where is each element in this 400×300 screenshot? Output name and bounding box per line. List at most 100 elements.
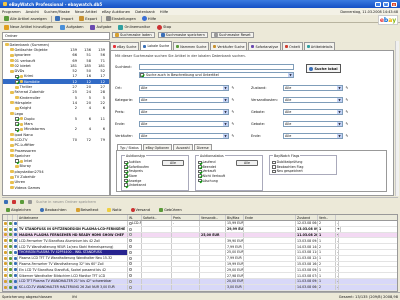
menu-ansicht[interactable]: Ansicht — [26, 10, 39, 14]
menu-ebay-auktionen[interactable]: eBay Auktionen — [102, 10, 130, 14]
search-local-button[interactable]: Suche lokal — [306, 64, 341, 73]
column-header[interactable]: Sofortk.. — [142, 215, 172, 220]
tab-ebay-suche[interactable]: eBay Suche — [110, 42, 140, 50]
filter-option[interactable]: Unbekannt — [124, 183, 186, 188]
filter-checkbox[interactable] — [124, 174, 128, 178]
folder-checkbox[interactable] — [15, 127, 19, 132]
filter-checkbox[interactable] — [124, 160, 128, 165]
filter-checkbox[interactable] — [124, 178, 128, 183]
load-mask-button[interactable]: Suchmaske laden — [112, 32, 155, 38]
column-header[interactable]: Ende — [244, 215, 296, 220]
edit-icon[interactable]: ✎ — [345, 86, 349, 90]
minimize-button[interactable]: _ — [375, 1, 381, 7]
edit-icon[interactable]: ✎ — [345, 110, 349, 114]
column-header[interactable]: Versandk.. — [200, 215, 226, 220]
article-grid[interactable]: Artikelname W. Sofortk.. Preis Versandk.. Bis… — [2, 214, 398, 292]
task-button[interactable]: Aufgabe — [88, 24, 113, 30]
field-select[interactable]: Alle — [283, 133, 343, 139]
export-button[interactable]: Export — [77, 16, 99, 22]
online-monitor-button[interactable]: Onlinemonitor — [116, 24, 152, 30]
column-header[interactable]: Artikelname — [18, 215, 128, 220]
folder-checkbox[interactable] — [15, 159, 19, 163]
beiseltext-button[interactable]: Beiseltext — [74, 207, 101, 213]
field-select[interactable]: Alle — [283, 121, 343, 127]
column-header[interactable]: Preis — [172, 215, 200, 220]
stop-button[interactable]: Stop — [155, 24, 173, 30]
column-header[interactable]: Zustand — [296, 215, 318, 220]
field-select[interactable]: Alle — [139, 85, 229, 91]
column-header[interactable]: Verk.. — [318, 215, 336, 220]
filter-checkbox[interactable] — [124, 165, 128, 169]
filter-checkbox[interactable] — [272, 169, 276, 174]
field-select[interactable]: Alle — [283, 109, 343, 115]
gebuehren-button[interactable]: Gebühren — [157, 207, 184, 213]
menu-neue-artikel[interactable]: Neue Artikel — [75, 10, 97, 14]
field-select[interactable]: Alle — [139, 97, 229, 103]
tab-verkaeufer-suche[interactable]: Verkäufer Suche — [210, 42, 248, 50]
reset-mask-button[interactable]: Suchmaske Reset — [210, 32, 254, 38]
tab-nammen-suche[interactable]: Nammen Suche — [173, 42, 210, 50]
folder-item[interactable]: Videos Games — [3, 185, 109, 190]
import-button[interactable]: Import — [53, 16, 75, 22]
filter-checkbox[interactable] — [198, 169, 202, 174]
auktionsstatus-all-button[interactable]: Alle — [236, 160, 258, 166]
beobachten-button[interactable]: Beobachten — [38, 207, 69, 213]
folder-checkbox[interactable] — [15, 79, 19, 84]
edit-icon[interactable]: ✎ — [231, 98, 235, 102]
search-mode-select[interactable]: Suche auch in Beschreibung und Untertite… — [139, 72, 294, 78]
edit-icon[interactable]: ✎ — [231, 110, 235, 114]
folder-checkbox[interactable] — [15, 74, 19, 79]
filter-checkbox[interactable] — [124, 169, 128, 174]
menu-suchen[interactable]: Suchen/Maske — [44, 10, 70, 14]
form-scrollbar[interactable] — [395, 41, 399, 196]
save-mask-button[interactable]: Suchmaske speichern — [157, 32, 208, 38]
field-select[interactable]: Alle — [283, 97, 343, 103]
filter-checkbox[interactable] — [272, 160, 276, 165]
settings-button[interactable]: Einstellungen — [104, 16, 138, 22]
filter-option[interactable]: Löschung — [198, 178, 260, 183]
column-header[interactable]: W. — [128, 215, 142, 220]
menu-programm[interactable]: Programm — [2, 10, 21, 14]
menu-hilfe[interactable]: Hilfe — [160, 10, 168, 14]
help-button[interactable]: Hilfe — [140, 16, 158, 22]
filter-option[interactable]: Neu gespeichert — [272, 169, 334, 174]
edit-icon[interactable]: ✎ — [231, 122, 235, 126]
filter-checkbox[interactable] — [272, 165, 276, 169]
field-select[interactable]: Alle — [283, 85, 343, 91]
notiz-button[interactable]: Notiz — [105, 207, 123, 213]
edit-icon[interactable]: ✎ — [231, 86, 235, 90]
close-button[interactable]: ✕ — [391, 1, 397, 7]
filter-checkbox[interactable] — [124, 183, 128, 188]
abgleichen-button[interactable]: Abgleichen — [4, 207, 33, 213]
tab-sofortanalyse[interactable]: Sofortanalyse — [248, 42, 282, 50]
filter-checkbox[interactable] — [198, 160, 202, 165]
field-select[interactable]: Alle — [139, 109, 229, 115]
tab-artikeldetails[interactable]: Artikeldetails — [303, 42, 336, 50]
versand-button[interactable]: Versand — [129, 207, 153, 213]
refresh-icon[interactable] — [4, 200, 8, 204]
filter-checkbox[interactable] — [198, 174, 202, 178]
search-mode-checkbox[interactable] — [140, 73, 144, 77]
edit-icon[interactable]: ✎ — [231, 134, 235, 138]
column-header[interactable]: Bis/Max — [226, 215, 244, 220]
field-select[interactable]: Alle — [139, 133, 229, 139]
folder-tree[interactable]: Datenbank (Summen) Gelöschte Objekte 139 13… — [2, 41, 110, 196]
field-select[interactable]: Alle — [139, 121, 229, 127]
edit-icon[interactable]: ✎ — [345, 122, 349, 126]
filter-checkbox[interactable] — [198, 178, 202, 183]
tasks-button[interactable]: Aufgaben — [58, 24, 85, 30]
filter-checkbox[interactable] — [198, 165, 202, 169]
menu-datenbank[interactable]: Datenbank — [135, 10, 155, 14]
tab-lokale-suche[interactable]: Lokale Suche — [140, 41, 173, 50]
delete-icon[interactable] — [12, 200, 16, 204]
save-folder-icon[interactable] — [28, 200, 32, 204]
folder-checkbox[interactable] — [15, 117, 19, 121]
show-all-button[interactable]: Alle Artikel anzeigen — [2, 16, 49, 22]
edit-icon[interactable]: ✎ — [345, 98, 349, 102]
suchtext-input[interactable] — [139, 64, 294, 70]
add-articles-button[interactable]: Neue Artikel hinzufügen — [2, 24, 55, 30]
auktionstyp-all-button[interactable]: Alle — [162, 160, 184, 166]
folder-checkbox[interactable] — [15, 122, 19, 126]
edit-icon[interactable]: ✎ — [345, 134, 349, 138]
move-icon[interactable] — [20, 200, 24, 204]
